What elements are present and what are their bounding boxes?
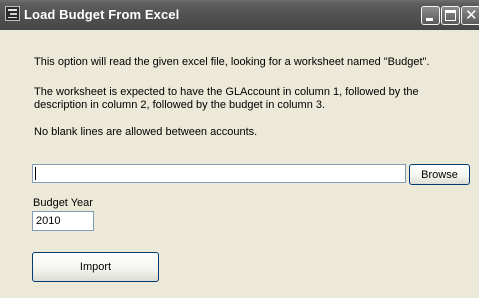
info-text-no-blank-lines: No blank lines are allowed between accou… [34, 126, 258, 138]
close-button[interactable]: ✕ [461, 6, 479, 25]
title-bar[interactable]: Load Budget From Excel ✕ [0, 0, 479, 30]
maximize-button[interactable] [441, 6, 460, 25]
budget-year-label: Budget Year [33, 197, 93, 209]
maximize-icon [445, 10, 456, 21]
excel-app-icon[interactable] [5, 6, 20, 21]
window-title: Load Budget From Excel [24, 7, 180, 22]
minimize-icon [426, 18, 433, 21]
close-icon: ✕ [465, 6, 478, 24]
budget-year-input[interactable] [32, 211, 94, 231]
browse-button[interactable]: Browse [409, 164, 470, 185]
import-button[interactable]: Import [32, 252, 159, 282]
minimize-button[interactable] [421, 6, 440, 25]
text-caret [35, 167, 36, 180]
file-path-input[interactable] [32, 164, 406, 183]
info-text-columns-2: description in column 2, followed by the… [34, 99, 326, 111]
info-text-worksheet: This option will read the given excel fi… [34, 56, 430, 68]
info-text-columns-1: The worksheet is expected to have the GL… [34, 86, 419, 98]
